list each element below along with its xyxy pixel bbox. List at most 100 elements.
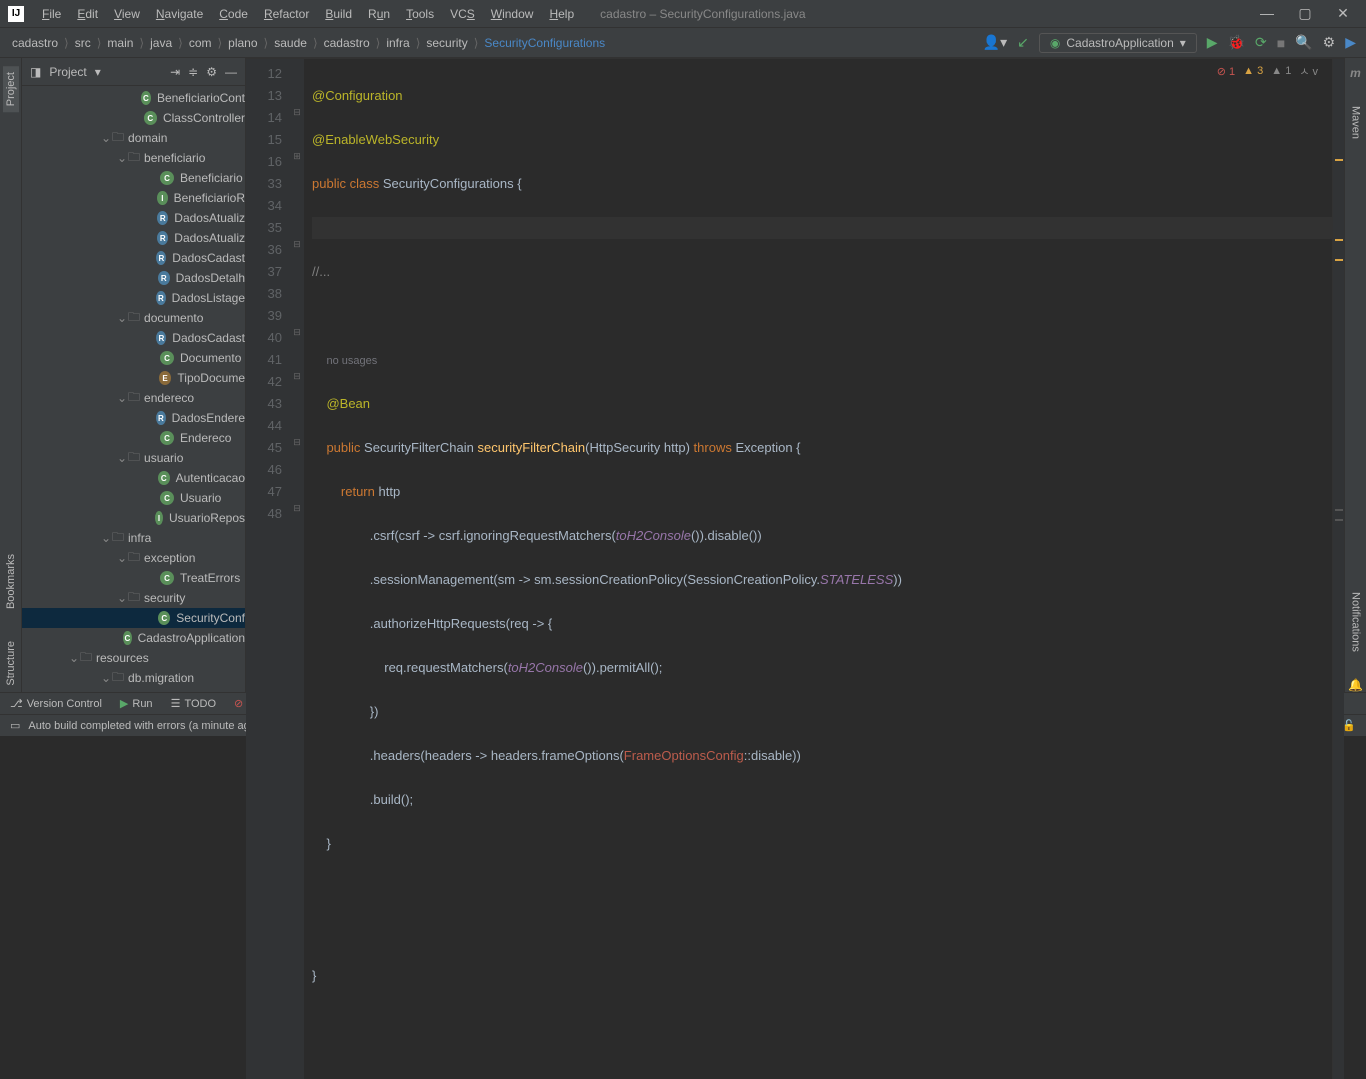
maven-tool-tab[interactable]: Maven: [1348, 100, 1364, 145]
editor-area: Controller.java×Usuario.java×UsuarioRepo…: [246, 58, 1344, 692]
marker-bar[interactable]: [1332, 59, 1344, 1079]
bell-icon[interactable]: 🔔: [1348, 678, 1363, 692]
line-number-gutter: 1213141516333435363738394041424344454647…: [246, 59, 290, 1079]
code-content[interactable]: @Configuration @EnableWebSecurity public…: [304, 59, 1332, 1079]
run-config-selector[interactable]: ◉ CadastroApplication ▾: [1039, 33, 1197, 53]
code-with-me-icon[interactable]: ▶: [1345, 34, 1356, 51]
menu-tools[interactable]: Tools: [400, 5, 440, 23]
project-pane-icon: ◨: [30, 65, 41, 79]
tree-node[interactable]: ETipoDocume: [22, 368, 245, 388]
menu-window[interactable]: Window: [485, 5, 540, 23]
tool-window-run[interactable]: ▶Run: [120, 697, 153, 710]
menu-navigate[interactable]: Navigate: [150, 5, 209, 23]
tree-node[interactable]: RDadosDetalh: [22, 268, 245, 288]
run-coverage-icon[interactable]: ⟳: [1255, 34, 1267, 51]
breadcrumb-item[interactable]: com: [187, 36, 214, 50]
tree-node[interactable]: RDadosCadast: [22, 248, 245, 268]
tree-node[interactable]: CAutenticacao: [22, 468, 245, 488]
tool-window-todo[interactable]: ☰TODO: [171, 697, 216, 710]
select-opened-icon[interactable]: ⇥: [170, 65, 180, 79]
navigation-bar: cadastro⟩src⟩main⟩java⟩com⟩plano⟩saude⟩c…: [0, 28, 1366, 58]
right-tool-strip: m Maven Notifications 🔔: [1344, 58, 1366, 692]
hide-icon[interactable]: —: [225, 65, 237, 79]
tree-node[interactable]: CTreatErrors: [22, 568, 245, 588]
breadcrumb-item[interactable]: security: [424, 36, 469, 50]
project-pane-label[interactable]: Project: [49, 65, 86, 79]
code-editor[interactable]: ⊘ 1 ▲ 3 ▲ 1 ㅅ v 121314151633343536373839…: [246, 59, 1344, 1079]
notifications-tool-tab[interactable]: Notifications: [1348, 586, 1364, 658]
tree-node[interactable]: CSecurityConf: [22, 608, 245, 628]
tree-node[interactable]: RDadosAtualiz: [22, 228, 245, 248]
tree-node[interactable]: CDocumento: [22, 348, 245, 368]
project-sidebar: ◨ Project ▾ ⇥ ≑ ⚙ — CBeneficiarioContCCl…: [22, 58, 246, 692]
project-tree[interactable]: CBeneficiarioContCClassController⌄🗀domai…: [22, 86, 245, 692]
tree-node[interactable]: CEndereco: [22, 428, 245, 448]
tree-node[interactable]: ⌄🗀infra: [22, 528, 245, 548]
breadcrumb-item[interactable]: SecurityConfigurations: [482, 36, 607, 50]
main-menu: File Edit View Navigate Code Refactor Bu…: [36, 5, 580, 23]
tree-node[interactable]: ⌄🗀beneficiario: [22, 148, 245, 168]
vcs-update-icon[interactable]: ↙: [1017, 34, 1029, 51]
project-tool-tab[interactable]: Project: [3, 66, 19, 112]
user-icon[interactable]: 👤▾: [983, 34, 1007, 51]
run-config-label: CadastroApplication: [1066, 36, 1173, 50]
breadcrumb-item[interactable]: src: [73, 36, 93, 50]
minimize-icon[interactable]: —: [1252, 5, 1282, 22]
menu-vcs[interactable]: VCS: [444, 5, 481, 23]
tree-node[interactable]: ⌄🗀domain: [22, 128, 245, 148]
maximize-icon[interactable]: ▢: [1290, 5, 1320, 22]
tree-node[interactable]: RDadosEndere: [22, 408, 245, 428]
settings-icon[interactable]: ⚙: [1323, 34, 1336, 51]
gear-icon[interactable]: ⚙: [206, 65, 217, 79]
breadcrumb-item[interactable]: saude: [272, 36, 309, 50]
tree-node[interactable]: CBeneficiarioCont: [22, 88, 245, 108]
tree-node[interactable]: IBeneficiarioR: [22, 188, 245, 208]
menu-refactor[interactable]: Refactor: [258, 5, 315, 23]
breadcrumb-item[interactable]: cadastro: [322, 36, 372, 50]
tree-node[interactable]: ⌄🗀resources: [22, 648, 245, 668]
tree-node[interactable]: CUsuario: [22, 488, 245, 508]
inspection-widget[interactable]: ⊘ 1 ▲ 3 ▲ 1 ㅅ v: [1217, 63, 1318, 79]
tree-node[interactable]: ⌄🗀exception: [22, 548, 245, 568]
run-icon[interactable]: ▶: [1207, 34, 1218, 51]
tree-node[interactable]: ⌄🗀documento: [22, 308, 245, 328]
tree-node[interactable]: ⌄🗀usuario: [22, 448, 245, 468]
stop-icon[interactable]: ■: [1277, 35, 1285, 51]
close-icon[interactable]: ✕: [1328, 5, 1358, 22]
tree-node[interactable]: RDadosAtualiz: [22, 208, 245, 228]
tool-window-version-control[interactable]: ⎇Version Control: [10, 697, 102, 710]
fold-gutter[interactable]: ⊟⊞ ⊟⊟⊟ ⊟⊟: [290, 59, 304, 1079]
menu-build[interactable]: Build: [319, 5, 358, 23]
search-icon[interactable]: 🔍: [1295, 34, 1312, 51]
tree-node[interactable]: ⌄🗀db.migration: [22, 668, 245, 688]
breadcrumb-item[interactable]: infra: [384, 36, 411, 50]
debug-icon[interactable]: 🐞: [1228, 34, 1245, 51]
bookmarks-tool-tab[interactable]: Bookmarks: [3, 548, 19, 615]
breadcrumb-item[interactable]: plano: [226, 36, 259, 50]
title-bar: IJ File Edit View Navigate Code Refactor…: [0, 0, 1366, 28]
menu-help[interactable]: Help: [543, 5, 580, 23]
menu-edit[interactable]: Edit: [71, 5, 104, 23]
structure-tool-tab[interactable]: Structure: [3, 635, 19, 692]
tree-node[interactable]: CCadastroApplication: [22, 628, 245, 648]
maven-icon[interactable]: m: [1350, 66, 1361, 80]
expand-all-icon[interactable]: ≑: [188, 65, 198, 79]
menu-file[interactable]: File: [36, 5, 67, 23]
tree-node[interactable]: CBeneficiario: [22, 168, 245, 188]
breadcrumb-item[interactable]: main: [105, 36, 135, 50]
tree-node[interactable]: RDadosListage: [22, 288, 245, 308]
window-title: cadastro – SecurityConfigurations.java: [580, 7, 1252, 21]
menu-view[interactable]: View: [108, 5, 146, 23]
tree-node[interactable]: ⌄🗀endereco: [22, 388, 245, 408]
tree-node[interactable]: RDadosCadast: [22, 328, 245, 348]
menu-run[interactable]: Run: [362, 5, 396, 23]
breadcrumb-item[interactable]: cadastro: [10, 36, 60, 50]
menu-code[interactable]: Code: [213, 5, 254, 23]
status-icon[interactable]: ▭: [10, 719, 20, 732]
tree-node[interactable]: IUsuarioRepos: [22, 508, 245, 528]
tree-node[interactable]: ⌄🗀security: [22, 588, 245, 608]
project-pane-header: ◨ Project ▾ ⇥ ≑ ⚙ —: [22, 58, 245, 86]
breadcrumb-item[interactable]: java: [148, 36, 174, 50]
tree-node[interactable]: CClassController: [22, 108, 245, 128]
readonly-icon[interactable]: 🔓: [1342, 719, 1356, 732]
